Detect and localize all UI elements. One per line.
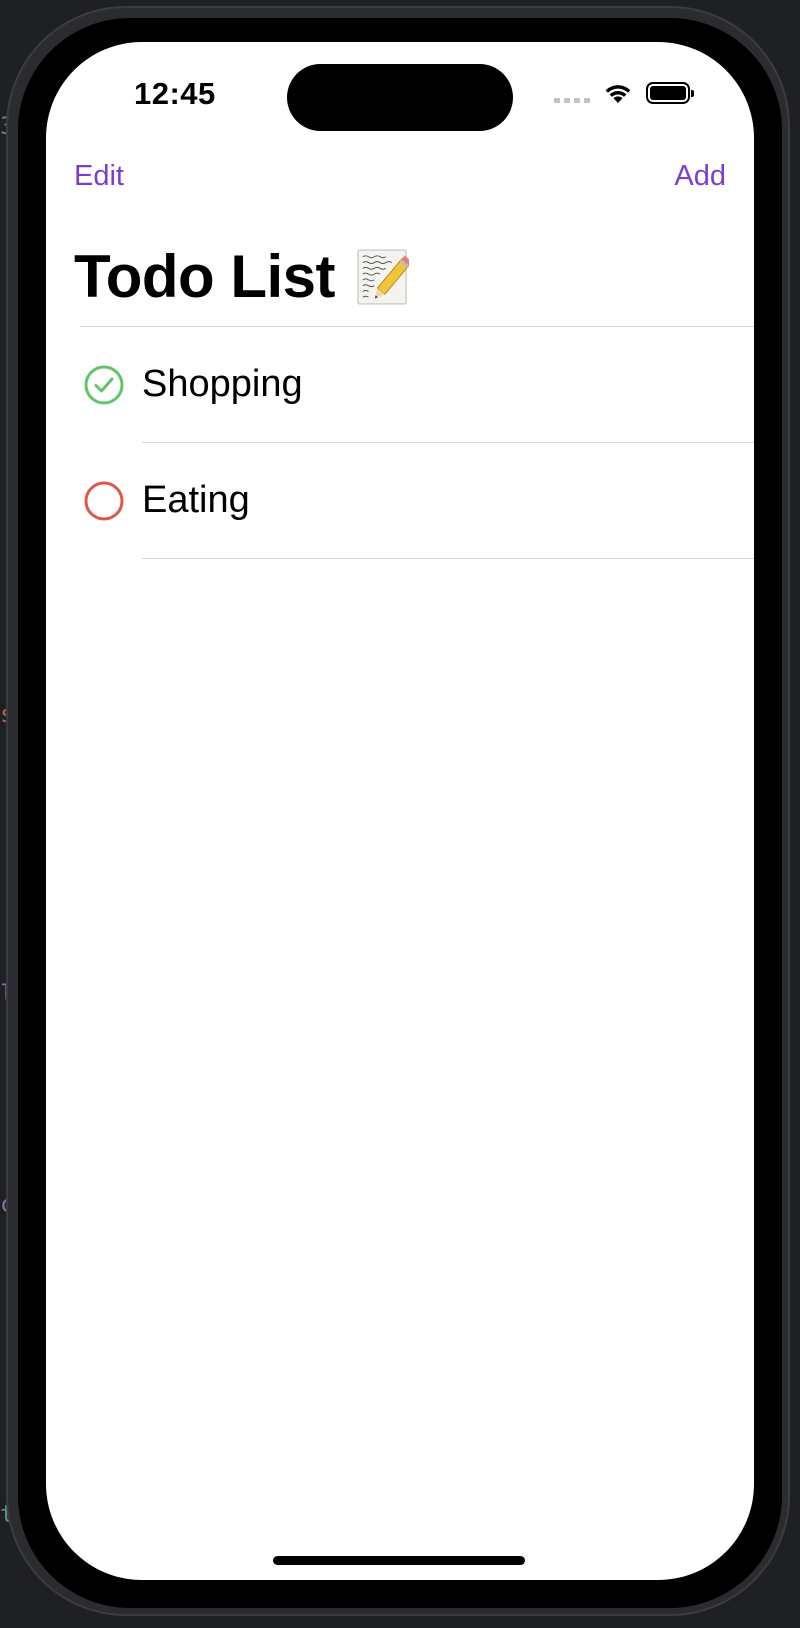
todo-row-eating[interactable]: Eating	[46, 443, 754, 559]
phone-screen: 12:45 Edit Add Todo List Shopping Eating	[46, 42, 754, 1580]
todo-row-shopping[interactable]: Shopping	[46, 327, 754, 443]
todo-label: Shopping	[142, 363, 303, 405]
empty-circle-icon[interactable]	[84, 481, 124, 521]
wifi-icon	[605, 85, 631, 103]
page-title: Todo List	[74, 242, 409, 311]
battery-icon	[646, 82, 694, 104]
status-bar-icons	[554, 78, 694, 108]
row-divider	[142, 558, 754, 559]
status-bar-time: 12:45	[134, 76, 216, 111]
todo-list: Shopping Eating	[46, 327, 754, 559]
checkmark-circle-icon[interactable]	[84, 365, 124, 405]
page-title-text: Todo List	[74, 243, 336, 310]
dynamic-island	[287, 64, 513, 131]
add-button[interactable]: Add	[674, 160, 726, 193]
todo-label: Eating	[142, 479, 250, 521]
home-indicator[interactable]	[273, 1556, 525, 1565]
edit-button[interactable]: Edit	[74, 160, 124, 193]
cellular-signal-icon	[554, 83, 590, 103]
memo-icon	[357, 248, 409, 305]
